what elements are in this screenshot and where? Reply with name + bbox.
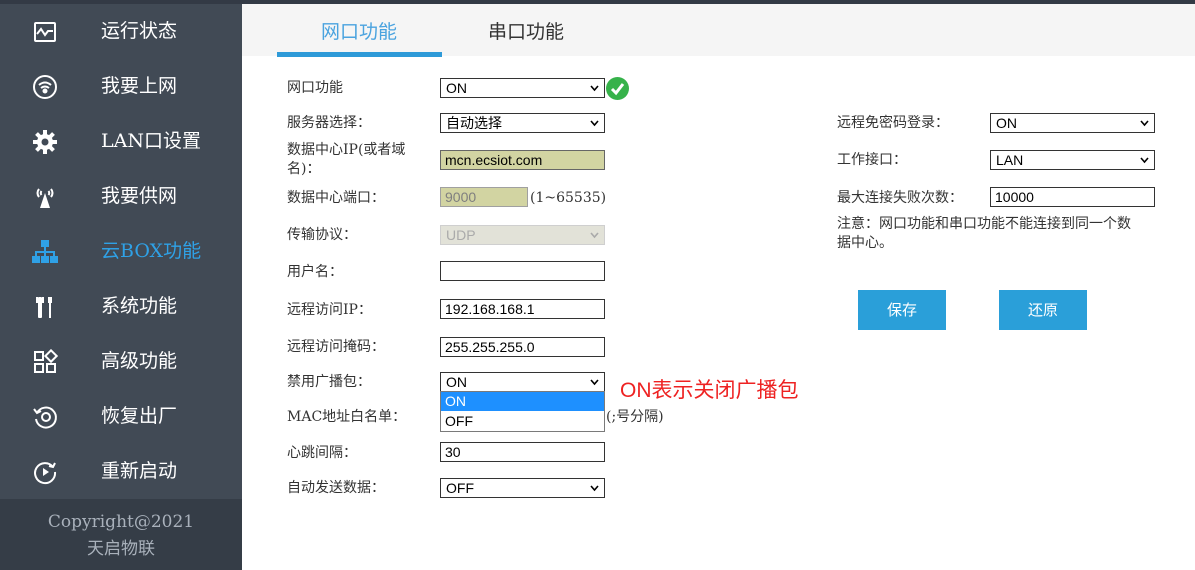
sidebar-item-label: 云BOX功能	[101, 240, 202, 262]
company-name: 天启物联	[87, 539, 155, 559]
copyright-text: Copyright@2021	[47, 512, 195, 532]
check-icon	[606, 77, 629, 100]
restore-icon	[31, 403, 59, 431]
net-func-label: 网口功能	[287, 80, 343, 96]
network-tree-icon	[31, 238, 59, 266]
mac-whitelist-label: MAC地址白名单：	[287, 409, 407, 425]
chevron-down-icon	[1140, 157, 1149, 164]
sidebar-item-cloud-box[interactable]: 云BOX功能	[0, 224, 242, 279]
heartbeat-input[interactable]: 30	[440, 442, 605, 462]
sidebar-item-status[interactable]: 运行状态	[0, 4, 242, 59]
dc-ip-label-line1: 数据中心IP(或者域	[287, 142, 406, 158]
grid-icon	[31, 348, 59, 376]
sidebar-item-lan[interactable]: LAN口设置	[0, 114, 242, 169]
dc-port-input[interactable]: 9000	[440, 187, 528, 207]
restore-button[interactable]: 还原	[999, 290, 1087, 330]
sidebar-item-label: 我要上网	[101, 75, 178, 97]
wifi-icon	[31, 73, 59, 101]
username-label: 用户名：	[287, 264, 343, 280]
sidebar-item-label: LAN口设置	[101, 130, 201, 152]
sidebar-item-factory-reset[interactable]: 恢复出厂	[0, 389, 242, 444]
chevron-down-icon	[590, 232, 599, 239]
chevron-down-icon	[590, 379, 599, 386]
username-input[interactable]	[440, 261, 605, 281]
sidebar-item-advanced[interactable]: 高级功能	[0, 334, 242, 389]
sidebar-item-label: 系统功能	[101, 295, 178, 317]
monitor-chart-icon	[31, 18, 59, 46]
chevron-down-icon	[590, 120, 599, 127]
tab-serial-port[interactable]: 串口功能	[488, 20, 564, 44]
dropdown-option-on[interactable]: ON	[441, 392, 604, 411]
remote-mask-label: 远程访问掩码：	[287, 339, 385, 355]
notice-text: 注意：网口功能和串口功能不能连接到同一个数 据中心。	[837, 216, 1131, 251]
dc-port-label: 数据中心端口：	[287, 190, 385, 206]
broadcast-tower-icon	[31, 183, 59, 211]
tools-icon	[31, 293, 59, 321]
tab-bar: 网口功能 串口功能	[242, 4, 1195, 57]
sidebar-item-label: 恢复出厂	[101, 405, 178, 427]
pwfree-login-label: 远程免密码登录：	[837, 115, 949, 131]
dc-ip-label-line2: 名)：	[287, 161, 321, 177]
sidebar-item-internet[interactable]: 我要上网	[0, 59, 242, 114]
sidebar-item-label: 我要供网	[101, 185, 178, 207]
remote-ip-input[interactable]: 192.168.168.1	[440, 299, 605, 319]
heartbeat-label: 心跳间隔：	[287, 445, 357, 461]
net-func-select[interactable]: ON	[440, 78, 605, 98]
tab-network-port[interactable]: 网口功能	[321, 20, 397, 44]
pwfree-login-select[interactable]: ON	[990, 113, 1155, 133]
broadcast-dropdown-list: ON OFF	[440, 391, 605, 432]
sidebar-item-label: 运行状态	[101, 20, 178, 42]
server-select-label: 服务器选择：	[287, 115, 371, 131]
sidebar-item-system[interactable]: 系统功能	[0, 279, 242, 334]
protocol-select[interactable]: UDP	[440, 225, 605, 245]
sidebar-item-label: 高级功能	[101, 350, 178, 372]
dc-ip-input[interactable]: mcn.ecsiot.com	[440, 150, 605, 170]
auto-send-select[interactable]: OFF	[440, 478, 605, 498]
sidebar-item-provide-network[interactable]: 我要供网	[0, 169, 242, 224]
work-iface-select[interactable]: LAN	[990, 150, 1155, 170]
chevron-down-icon	[590, 85, 599, 92]
chevron-down-icon	[1140, 120, 1149, 127]
save-button[interactable]: 保存	[858, 290, 946, 330]
auto-send-label: 自动发送数据：	[287, 480, 385, 496]
sidebar-item-reboot[interactable]: 重新启动	[0, 444, 242, 499]
remote-ip-label: 远程访问IP：	[287, 302, 372, 318]
work-iface-label: 工作接口：	[837, 152, 907, 168]
server-select[interactable]: 自动选择	[440, 113, 605, 133]
dc-port-hint: (1~65535)	[530, 190, 607, 206]
annotation-text: ON表示关闭广播包	[620, 379, 799, 402]
active-tab-underline	[277, 52, 442, 57]
sidebar: 运行状态 我要上网 LAN口设置 我要供网 云BOX功能 系统功能 高级功能 恢…	[0, 4, 242, 570]
max-fail-label: 最大连接失败次数：	[837, 190, 963, 206]
chevron-down-icon	[590, 485, 599, 492]
remote-mask-input[interactable]: 255.255.255.0	[440, 337, 605, 357]
sidebar-footer: Copyright@2021 天启物联	[0, 499, 242, 570]
disable-broadcast-label: 禁用广播包：	[287, 374, 371, 390]
restart-icon	[31, 458, 59, 486]
protocol-label: 传输协议：	[287, 227, 357, 243]
sidebar-item-label: 重新启动	[101, 460, 178, 482]
disable-broadcast-select[interactable]: ON	[440, 372, 605, 392]
mac-whitelist-hint: (;号分隔)	[606, 409, 664, 425]
dropdown-option-off[interactable]: OFF	[441, 412, 604, 431]
gear-icon	[31, 128, 59, 156]
max-fail-input[interactable]: 10000	[990, 187, 1155, 207]
